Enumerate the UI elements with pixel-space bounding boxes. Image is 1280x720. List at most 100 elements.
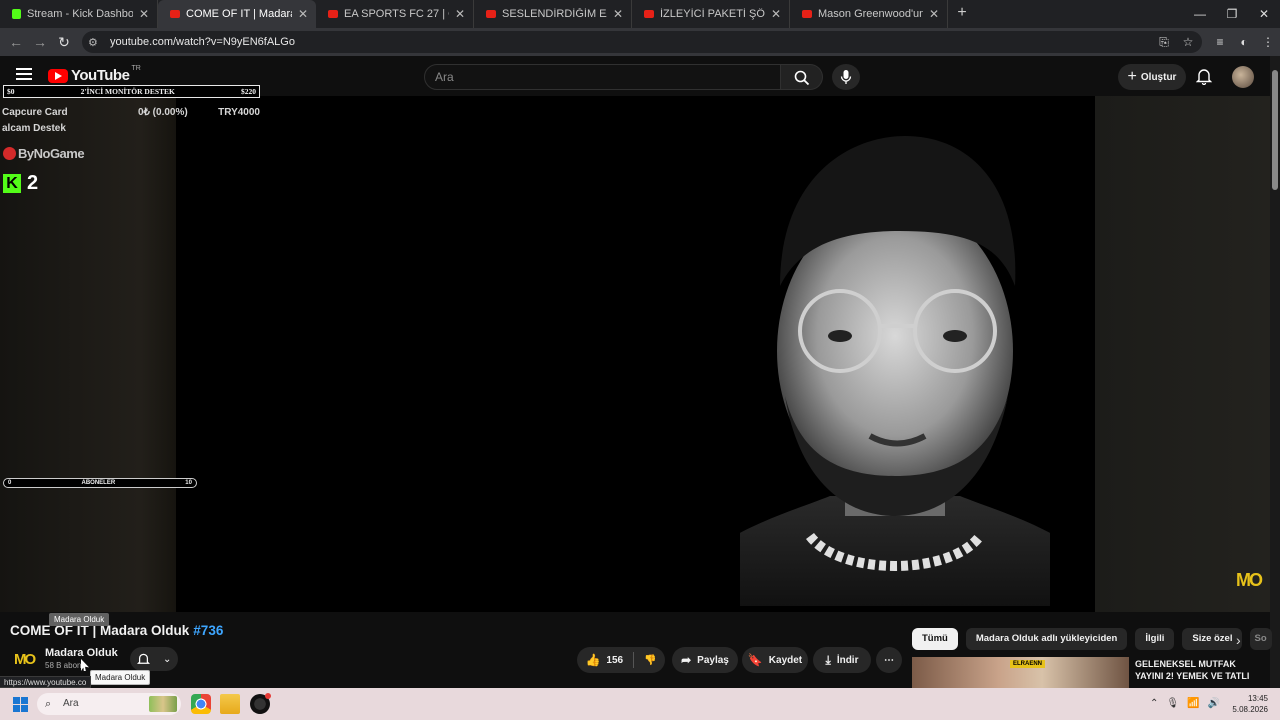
url-field[interactable]: ⚙ youtube.com/watch?v=N9yEN6fALGo: [82, 31, 1202, 53]
video-hashtag-link[interactable]: #736: [193, 623, 223, 638]
close-window-icon[interactable]: ✕: [1248, 0, 1280, 28]
profile-icon[interactable]: ◐: [1232, 35, 1256, 49]
new-tab-button[interactable]: +: [948, 0, 976, 28]
channel-name-link[interactable]: Madara Olduk: [45, 647, 118, 659]
search-icon: ⌕: [45, 698, 52, 710]
toolbar-right: ⎘ ☆ ≡ ◐ ⋮: [1152, 28, 1280, 56]
tab-kick-dashboard[interactable]: Stream - Kick Dashboard ✕: [0, 0, 158, 28]
close-tab-icon[interactable]: ✕: [771, 7, 781, 21]
video-player[interactable]: $0 2'İNCİ MONİTÖR DESTEK $220 Capcure Ca…: [0, 85, 1270, 612]
hamburger-menu-icon[interactable]: [16, 68, 32, 80]
chevron-up-icon[interactable]: ⌃: [1150, 698, 1158, 709]
back-icon[interactable]: ←: [4, 34, 28, 50]
clock-time: 13:45: [1247, 694, 1268, 703]
chrome-icon[interactable]: [191, 694, 211, 714]
kick-icon: [12, 9, 21, 19]
suggested-video-thumbnail[interactable]: ELRAENN: [912, 657, 1129, 688]
tab-seslendirdigim[interactable]: SESLENDİRDİĞİM EA FC 27 ULT ✕: [474, 0, 632, 28]
tab-youtube-video[interactable]: COME OF IT | Madara Olduk #7 ✕: [158, 0, 316, 28]
bookmark-icon: 🔖: [747, 653, 763, 667]
site-info-icon[interactable]: ⚙: [88, 36, 106, 49]
download-button[interactable]: ⤓ İndir: [813, 647, 871, 673]
taskbar-search[interactable]: ⌕ Ara: [37, 693, 181, 715]
close-tab-icon[interactable]: ✕: [929, 7, 939, 21]
chevron-right-icon[interactable]: ›: [1236, 632, 1241, 648]
scrollbar-thumb[interactable]: [1272, 70, 1278, 190]
bookmark-star-icon[interactable]: ☆: [1176, 35, 1200, 49]
thumbs-down-icon[interactable]: 👎: [644, 655, 656, 666]
chip-related[interactable]: İlgili: [1135, 628, 1175, 650]
chip-all[interactable]: Tümü: [912, 628, 958, 650]
menu-kebab-icon[interactable]: ⋮: [1256, 35, 1280, 49]
tab-izleyici-paketi[interactable]: İZLEYİCİ PAKETİ ŞÖLENİ! FUTTI ✕: [632, 0, 790, 28]
download-label: İndir: [836, 654, 859, 666]
save-label: Kaydet: [768, 654, 803, 666]
close-tab-icon[interactable]: ✕: [455, 7, 465, 21]
tab-ea-sports[interactable]: EA SPORTS FC 27 | Official The ✕: [316, 0, 474, 28]
save-button[interactable]: 🔖 Kaydet: [742, 647, 808, 673]
capture-label: Capcure Card: [2, 107, 68, 118]
reading-list-icon[interactable]: ≡: [1208, 35, 1232, 49]
chevron-down-icon: ⌄: [162, 653, 172, 665]
chip-from-uploader[interactable]: Madara Olduk adlı yükleyiciden: [965, 628, 1128, 650]
kick-viewer-count: K 2: [3, 172, 38, 195]
streamer-camera-feed: [740, 136, 1050, 606]
youtube-wordmark: YouTube: [71, 67, 130, 84]
subscription-bell-button[interactable]: ⌄: [130, 647, 178, 671]
chip-for-you[interactable]: Size özel: [1182, 628, 1243, 650]
notifications-bell-icon[interactable]: [1196, 67, 1212, 85]
share-label: Paylaş: [697, 654, 729, 666]
browser-tab-strip: Stream - Kick Dashboard ✕ COME OF IT | M…: [0, 0, 1280, 28]
search-input[interactable]: Ara: [424, 64, 781, 90]
file-explorer-icon[interactable]: [220, 694, 240, 714]
tab-title: Stream - Kick Dashboard: [27, 8, 133, 20]
capture-card-goal: Capcure Card 0₺ (0.00%) TRY4000: [2, 107, 260, 118]
capture-target: TRY4000: [218, 107, 260, 118]
tab-mason-greenwood[interactable]: Mason Greenwood'un Kariyer ✕: [790, 0, 948, 28]
share-arrow-icon: ➦: [681, 653, 692, 667]
subs-left-value: 0: [8, 480, 12, 486]
reload-icon[interactable]: ↻: [52, 34, 76, 51]
video-title: COME OF IT | Madara Olduk #736: [10, 623, 223, 638]
volume-icon[interactable]: 🔊: [1208, 698, 1220, 709]
search-icon: [794, 70, 810, 86]
channel-avatar[interactable]: MO: [14, 651, 36, 668]
obs-icon[interactable]: [250, 693, 271, 714]
video-details: COME OF IT | Madara Olduk #736 Madara Old…: [0, 612, 1273, 688]
chip-partial[interactable]: So: [1250, 628, 1273, 650]
goal-title: 2'İNCİ MONİTÖR DESTEK: [80, 87, 175, 96]
link-status-bar: https://www.youtube.co: [0, 676, 92, 688]
search-button[interactable]: [781, 64, 823, 90]
close-tab-icon[interactable]: ✕: [139, 7, 149, 21]
wifi-icon[interactable]: 📶: [1187, 698, 1199, 709]
close-tab-icon[interactable]: ✕: [613, 7, 623, 21]
windows-start-icon[interactable]: [13, 697, 28, 712]
more-actions-button[interactable]: ⋯: [876, 647, 902, 673]
account-avatar[interactable]: [1232, 66, 1254, 88]
suggested-video-title[interactable]: GELENEKSEL MUTFAK YAYINI 2! YEMEK VE TAT…: [1135, 658, 1265, 688]
subs-title: ABONELER: [81, 480, 116, 486]
bynogame-icon: [3, 147, 16, 160]
forward-icon[interactable]: →: [28, 34, 52, 50]
youtube-logo[interactable]: YouTube TR: [48, 65, 141, 84]
goal-left-value: $0: [7, 87, 15, 96]
microphone-tray-icon[interactable]: 🎙: [1166, 698, 1179, 709]
bynogame-text: ByNoGame: [18, 146, 85, 161]
restore-icon[interactable]: ❐: [1216, 0, 1248, 28]
title-tooltip: Madara Olduk: [49, 613, 110, 626]
kick-count: 2: [27, 172, 39, 194]
minimize-icon[interactable]: —: [1184, 0, 1216, 28]
thumbs-up-icon[interactable]: 👍: [585, 653, 600, 667]
capture-destek-text: alcam Destek: [2, 123, 66, 134]
like-count[interactable]: 156: [606, 655, 623, 666]
channel-watermark[interactable]: MO: [1236, 570, 1263, 591]
voice-search-button[interactable]: [832, 64, 860, 90]
taskbar-clock[interactable]: 13:45 5.08.2026: [1232, 693, 1268, 715]
windows-taskbar: ⌕ Ara ⌃ 🎙 📶 🔊 13:45 5.08.2026: [0, 688, 1280, 720]
channel-tooltip: Madara Olduk: [90, 670, 151, 685]
close-tab-icon[interactable]: ✕: [298, 7, 308, 21]
create-button[interactable]: + Oluştur: [1118, 64, 1186, 90]
page-scrollbar[interactable]: [1270, 56, 1280, 688]
cast-icon[interactable]: ⎘: [1152, 35, 1176, 50]
share-button[interactable]: ➦ Paylaş: [672, 647, 738, 673]
